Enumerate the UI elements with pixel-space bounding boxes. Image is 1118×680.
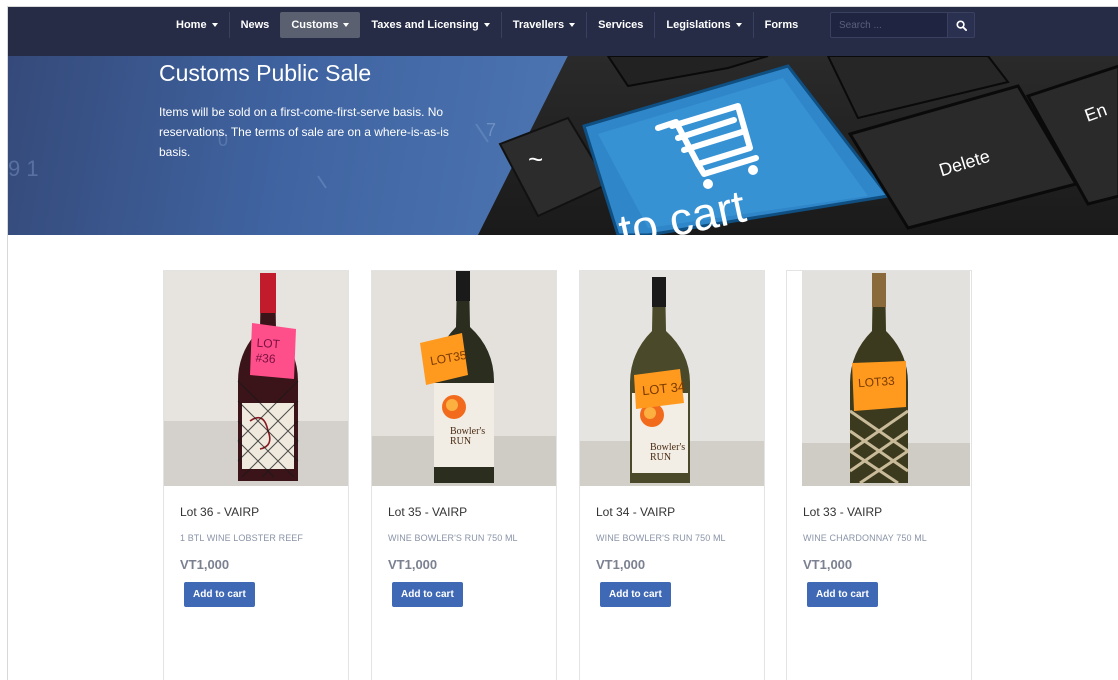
search-input[interactable]: [830, 12, 947, 38]
caret-down-icon: [569, 23, 576, 27]
nav-customs-label: Customs: [291, 19, 339, 31]
top-navbar: Home News Customs Taxes and Licensing Tr…: [8, 7, 1118, 56]
main-nav: Home News Customs Taxes and Licensing Tr…: [165, 12, 809, 38]
product-description: WINE BOWLER'S RUN 750 ML: [388, 533, 518, 543]
nav-home[interactable]: Home: [165, 12, 229, 38]
product-price: VT1,000: [596, 557, 646, 572]
lot-tag-label: LOT #36: [255, 335, 281, 367]
browser-page: Home News Customs Taxes and Licensing Tr…: [7, 6, 1118, 680]
search-icon: [955, 19, 967, 31]
product-image[interactable]: LOT #36: [164, 271, 348, 486]
product-image[interactable]: LOT35 Bowler's RUN: [372, 271, 556, 486]
product-description: 1 BTL WINE LOBSTER REEF: [180, 533, 303, 543]
product-price: VT1,000: [803, 557, 853, 572]
product-image[interactable]: LOT 34 Bowler's RUN: [580, 271, 764, 486]
product-description: WINE CHARDONNAY 750 ML: [803, 533, 927, 543]
nav-travellers-label: Travellers: [512, 19, 565, 31]
add-to-cart-button[interactable]: Add to cart: [807, 582, 878, 607]
wine-bottle-image: [164, 271, 348, 486]
nav-services[interactable]: Services: [586, 12, 654, 38]
nav-services-label: Services: [598, 19, 644, 31]
tilde-key-label: ~: [528, 144, 543, 174]
product-title[interactable]: Lot 34 - VAIRP: [596, 505, 675, 519]
nav-legislations-label: Legislations: [666, 19, 731, 31]
product-description: WINE BOWLER'S RUN 750 ML: [596, 533, 726, 543]
hero-description: Items will be sold on a first-come-first…: [159, 105, 449, 159]
caret-down-icon: [735, 23, 742, 27]
product-price: VT1,000: [388, 557, 438, 572]
nav-news[interactable]: News: [228, 12, 281, 38]
caret-down-icon: [483, 23, 490, 27]
product-card: LOT 34 Bowler's RUN Lot 34 - VAIRP WINE …: [579, 270, 765, 680]
svg-text:9 1: 9 1: [8, 156, 39, 181]
nav-forms[interactable]: Forms: [752, 12, 810, 38]
product-title[interactable]: Lot 36 - VAIRP: [180, 505, 259, 519]
add-to-cart-button[interactable]: Add to cart: [600, 582, 671, 607]
product-card: LOT33 Lot 33 - VAIRP WINE CHARDONNAY 750…: [786, 270, 972, 680]
caret-down-icon: [211, 23, 218, 27]
caret-down-icon: [343, 23, 350, 27]
nav-travellers[interactable]: Travellers: [500, 12, 586, 38]
product-card: LOT #36 Lot 36 - VAIRP 1 BTL WINE LOBSTE…: [163, 270, 349, 680]
nav-forms-label: Forms: [764, 19, 799, 31]
wine-bottle-image: [372, 271, 556, 486]
nav-legislations[interactable]: Legislations: [654, 12, 752, 38]
nav-news-label: News: [240, 19, 270, 31]
product-title[interactable]: Lot 33 - VAIRP: [803, 505, 882, 519]
product-card: LOT35 Bowler's RUN Lot 35 - VAIRP WINE B…: [371, 270, 557, 680]
nav-taxes-label: Taxes and Licensing: [371, 19, 479, 31]
add-to-cart-button[interactable]: Add to cart: [392, 582, 463, 607]
product-price: VT1,000: [180, 557, 230, 572]
nav-home-label: Home: [176, 19, 207, 31]
hero-banner: 9 1 0 7 ~ to cart Delete En Customs Publ…: [8, 56, 1118, 235]
nav-customs[interactable]: Customs: [280, 12, 361, 38]
page-title: Customs Public Sale: [159, 60, 372, 86]
bottle-label-text: Bowler's RUN: [450, 426, 486, 447]
search-form: [830, 12, 975, 38]
product-image[interactable]: LOT33: [802, 271, 970, 486]
svg-text:7: 7: [486, 120, 496, 140]
nav-taxes-licensing[interactable]: Taxes and Licensing: [360, 12, 500, 38]
add-to-cart-button[interactable]: Add to cart: [184, 582, 255, 607]
search-button[interactable]: [947, 12, 975, 38]
lot-tag-label: LOT33: [857, 373, 896, 391]
product-title[interactable]: Lot 35 - VAIRP: [388, 505, 467, 519]
bottle-label-text: Bowler's RUN: [650, 442, 686, 463]
